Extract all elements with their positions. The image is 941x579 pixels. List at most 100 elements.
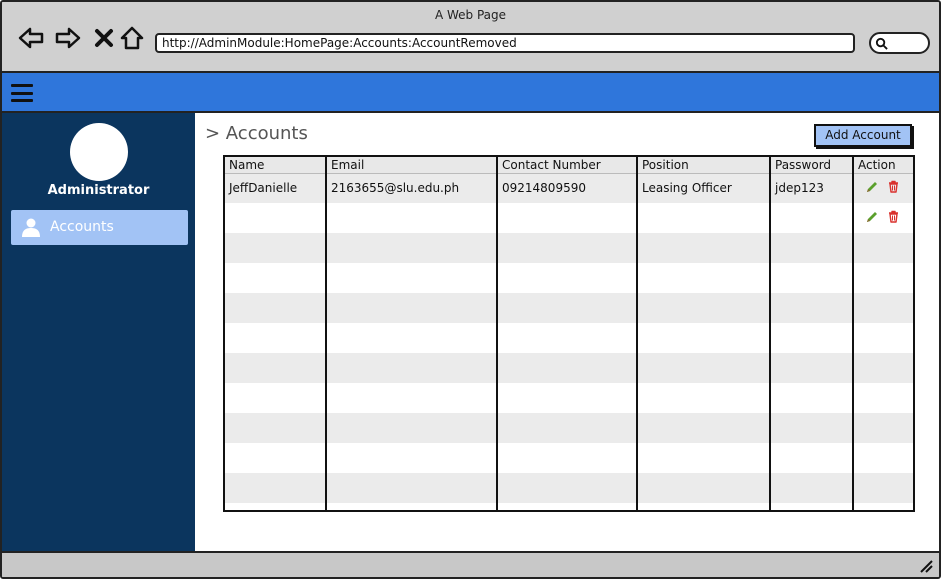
- home-icon[interactable]: [118, 24, 146, 52]
- cell-password: [770, 263, 854, 293]
- cell-contact-number: [497, 503, 638, 510]
- column-header-email[interactable]: Email: [326, 157, 498, 174]
- cell-email: [326, 413, 498, 443]
- cell-password: [770, 293, 854, 323]
- cell-email: [326, 503, 498, 510]
- cell-contact-number: [497, 233, 638, 263]
- browser-search-box[interactable]: [869, 32, 930, 54]
- cell-password: [770, 503, 854, 510]
- cell-email: [326, 383, 498, 413]
- app-header: [2, 73, 939, 113]
- cell-password: [770, 413, 854, 443]
- table-row: [225, 503, 913, 510]
- column-header-position[interactable]: Position: [637, 157, 771, 174]
- user-icon: [22, 218, 40, 237]
- cell-password: [770, 353, 854, 383]
- delete-icon[interactable]: [887, 210, 900, 223]
- browser-window: A Web Page http://AdminModule:HomePage:A…: [0, 0, 941, 579]
- edit-icon[interactable]: [866, 180, 879, 193]
- delete-icon[interactable]: [887, 180, 900, 193]
- column-header-name[interactable]: Name: [225, 157, 327, 174]
- table-row: [225, 413, 913, 443]
- cell-position: [637, 473, 771, 503]
- cell-contact-number: [497, 203, 638, 233]
- back-arrow-icon[interactable]: [17, 24, 45, 52]
- cell-name: [225, 203, 327, 233]
- cell-email: [326, 353, 498, 383]
- add-account-button[interactable]: Add Account: [814, 124, 912, 147]
- cell-contact-number: 09214809590: [497, 173, 638, 203]
- cell-contact-number: [497, 263, 638, 293]
- cell-name: [225, 353, 327, 383]
- cell-position: [637, 383, 771, 413]
- cell-email: [326, 263, 498, 293]
- cell-password: [770, 473, 854, 503]
- table-header-row: Name Email Contact Number Position Passw…: [225, 157, 913, 174]
- cell-position: [637, 503, 771, 510]
- cell-contact-number: [497, 443, 638, 473]
- table-row: JeffDanielle 2163655@slu.edu.ph 0921480959…: [225, 173, 913, 203]
- table-row: [225, 263, 913, 293]
- cell-name: [225, 413, 327, 443]
- sidebar: Administrator Accounts: [2, 113, 195, 551]
- cell-password: jdep123: [770, 173, 854, 203]
- cell-position: [637, 443, 771, 473]
- column-header-contact-number[interactable]: Contact Number: [497, 157, 638, 174]
- edit-icon[interactable]: [866, 210, 879, 223]
- cell-password: [770, 383, 854, 413]
- accounts-table: Name Email Contact Number Position Passw…: [223, 155, 915, 512]
- cell-contact-number: [497, 293, 638, 323]
- cell-position: [637, 323, 771, 353]
- forward-arrow-icon[interactable]: [54, 24, 82, 52]
- column-header-password[interactable]: Password: [770, 157, 854, 174]
- table-row: [225, 443, 913, 473]
- cell-email: [326, 203, 498, 233]
- cell-position: Leasing Officer: [637, 173, 771, 203]
- cell-position: [637, 413, 771, 443]
- cell-actions: [853, 293, 913, 323]
- avatar: [70, 123, 128, 181]
- status-bar: [2, 551, 939, 577]
- search-icon: [875, 37, 888, 50]
- cell-email: [326, 293, 498, 323]
- sidebar-item-accounts[interactable]: Accounts: [11, 210, 188, 245]
- cell-password: [770, 323, 854, 353]
- cell-position: [637, 263, 771, 293]
- cell-contact-number: [497, 323, 638, 353]
- cell-contact-number: [497, 413, 638, 443]
- cell-password: [770, 233, 854, 263]
- column-header-action: Action: [853, 157, 913, 174]
- cell-password: [770, 203, 854, 233]
- cell-password: [770, 443, 854, 473]
- cell-actions: [853, 353, 913, 383]
- cell-actions: [853, 233, 913, 263]
- table-row: [225, 293, 913, 323]
- breadcrumb: > Accounts: [205, 123, 308, 144]
- cell-contact-number: [497, 353, 638, 383]
- address-bar[interactable]: http://AdminModule:HomePage:Accounts:Acc…: [155, 33, 855, 53]
- sidebar-item-label: Accounts: [50, 219, 114, 235]
- cell-actions: [853, 323, 913, 353]
- cell-position: [637, 293, 771, 323]
- cell-actions: [853, 203, 913, 233]
- resize-grip-icon[interactable]: [919, 559, 933, 573]
- cell-actions: [853, 263, 913, 293]
- window-title: A Web Page: [434, 8, 507, 22]
- cell-actions: [853, 443, 913, 473]
- cell-actions: [853, 503, 913, 510]
- cell-name: [225, 503, 327, 510]
- table-row: [225, 473, 913, 503]
- cell-contact-number: [497, 473, 638, 503]
- table-row: [225, 323, 913, 353]
- cell-name: [225, 383, 327, 413]
- hamburger-menu-icon[interactable]: [11, 84, 33, 102]
- user-role-label: Administrator: [47, 183, 150, 198]
- close-x-icon[interactable]: [90, 24, 118, 52]
- cell-email: 2163655@slu.edu.ph: [326, 173, 498, 203]
- cell-email: [326, 473, 498, 503]
- table-row: [225, 353, 913, 383]
- cell-actions: [853, 473, 913, 503]
- cell-name: [225, 263, 327, 293]
- cell-contact-number: [497, 383, 638, 413]
- cell-actions: [853, 383, 913, 413]
